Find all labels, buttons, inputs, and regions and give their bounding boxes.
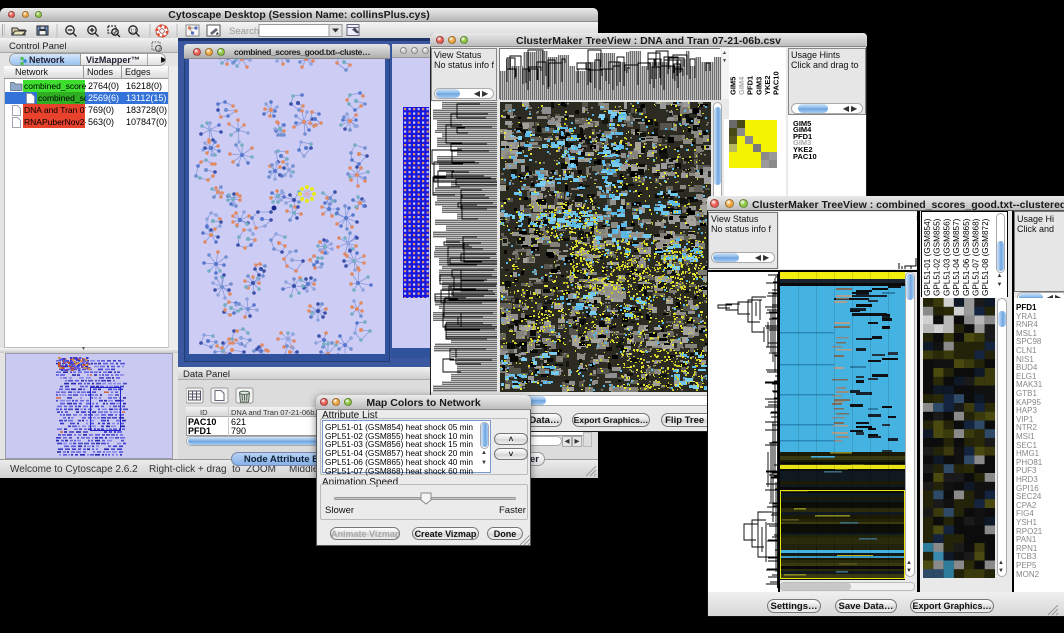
svg-text:1:1: 1:1 xyxy=(130,29,137,35)
svg-text:PAC10: PAC10 xyxy=(772,71,781,95)
svg-text:Search:: Search: xyxy=(229,26,262,37)
